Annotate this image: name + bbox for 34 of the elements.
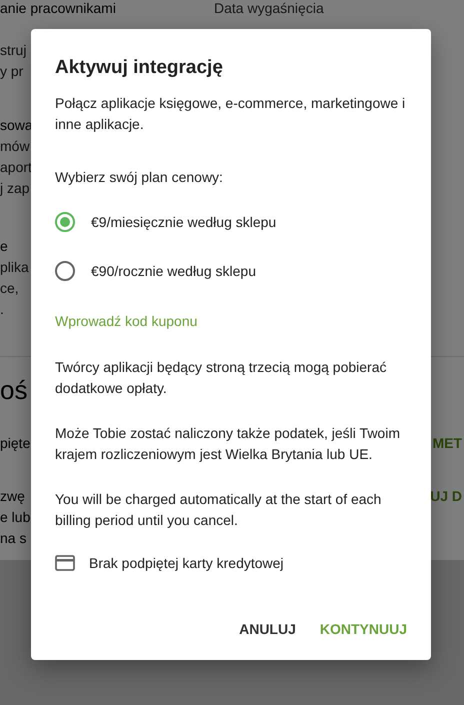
description-text: aport [0, 158, 32, 177]
description-text: y pr [0, 62, 24, 81]
description-text: ce, [0, 279, 19, 298]
note-text: Może Tobie zostać naliczony także podatek, jeśli Twoim krajem rozliczeniowym jest Wielka Brytania lub UE. [55, 424, 401, 464]
section-title: oś [0, 375, 28, 405]
note-text: Twórcy aplikacji będący stroną trzecią mogą pobierać dodatkowe opłaty. [55, 358, 388, 398]
radio-button[interactable] [55, 261, 75, 281]
description-text: j zap [0, 179, 30, 198]
radio-button[interactable] [55, 212, 75, 232]
section-heading: anie pracownikami [0, 0, 116, 18]
dialog-title: Aktywuj integrację [55, 56, 224, 80]
description-text: Połącz aplikacje księgowe, e-commerce, marketingowe i inne aplikacje. [55, 94, 406, 134]
description-text: na s [0, 529, 26, 548]
radio-label: €90/rocznie według sklepu [91, 263, 256, 279]
status-text: Brak podpiętej karty kredytowej [89, 555, 284, 571]
prompt-text: Wybierz swój plan cenowy: [55, 168, 224, 187]
description-text: . [0, 300, 4, 319]
radio-label: €9/miesięcznie według sklepu [91, 214, 276, 230]
note-text: You will be charged automatically at the start of each billing period until you cancel. [55, 490, 382, 530]
cancel-button[interactable]: ANULUJ [229, 611, 306, 647]
section-heading: sowa [0, 116, 33, 135]
continue-button[interactable]: KONTYNUUJ [310, 611, 417, 647]
description-text: pięte [0, 434, 30, 453]
coupon-link[interactable]: Wprowadź kod kuponu [55, 311, 198, 332]
action-link[interactable]: UJ D [430, 486, 464, 507]
description-text: mów [0, 137, 30, 156]
description-text: struj [0, 41, 26, 60]
section-heading: e [0, 237, 8, 256]
description-text: zwę [0, 487, 25, 506]
action-link[interactable]: MET [432, 433, 464, 454]
credit-card-icon [55, 555, 75, 571]
description-text: e lub [0, 508, 30, 527]
info-text: Data wygaśnięcia [214, 0, 324, 18]
description-text: plika [0, 258, 29, 277]
